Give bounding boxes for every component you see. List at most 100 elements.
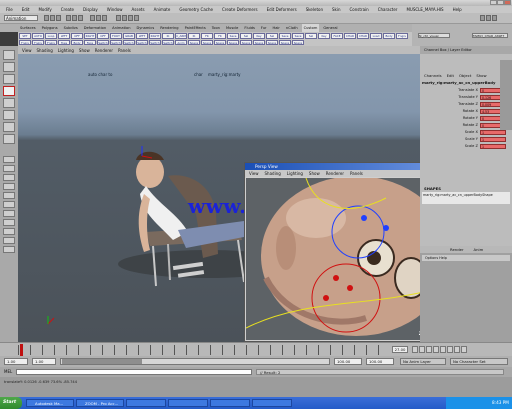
asset-field[interactable]: FAMILY_CHAR_ASSET — [472, 33, 508, 38]
shelf-button[interactable]: RIGHT — [84, 33, 96, 39]
viewport-menu-show[interactable]: Show — [79, 48, 90, 53]
layout-four-icon[interactable] — [3, 165, 15, 172]
shelf-button[interactable]: Save — [279, 33, 291, 39]
new-scene-icon[interactable] — [44, 15, 49, 21]
channel-menu-edit[interactable]: Edit — [447, 73, 454, 78]
menu-animate[interactable]: Animate — [150, 6, 175, 13]
animation-end-field[interactable]: 100.00 — [366, 358, 394, 365]
shelf-button[interactable]: Load — [370, 33, 382, 39]
select-hierarchy-icon[interactable] — [66, 15, 71, 21]
command-input[interactable] — [16, 369, 252, 375]
shelf-button[interactable]: Space — [227, 39, 239, 45]
viewport-menu-lighting[interactable]: Lighting — [58, 48, 74, 53]
channel-box-icon[interactable] — [492, 15, 497, 21]
shelf-button[interactable]: FOOT — [110, 33, 122, 39]
open-scene-icon[interactable] — [50, 15, 55, 21]
shelf-tab-animation[interactable]: Animation — [110, 24, 132, 32]
persp-menu-renderer[interactable]: Renderer — [326, 171, 344, 176]
channel-attribute-row[interactable]: Translate Y 0.126 — [422, 94, 510, 100]
history-icon[interactable] — [116, 15, 121, 21]
menu-file[interactable]: File — [2, 6, 17, 13]
persp-menu-show[interactable]: Show — [309, 171, 320, 176]
select-component-icon[interactable] — [78, 15, 83, 21]
attribute-editor-icon[interactable] — [480, 15, 485, 21]
shelf-button[interactable]: IK — [162, 33, 174, 39]
shelf-button[interactable]: AUTO — [32, 33, 44, 39]
tool-settings-icon[interactable] — [486, 15, 491, 21]
channel-attribute-row[interactable]: Scale Z1 — [422, 143, 510, 149]
persp-menu-panels[interactable]: Panels — [350, 171, 363, 176]
shelf-tab-deformation[interactable]: Deformation — [82, 24, 108, 32]
animation-start-field[interactable]: 1.00 — [4, 358, 28, 365]
current-time-marker[interactable] — [20, 344, 23, 356]
menu-set-select[interactable]: Animation — [4, 15, 38, 21]
shelf-tab-hair[interactable]: Hair — [271, 24, 282, 32]
playback-start-field[interactable]: 1.00 — [32, 358, 56, 365]
shelf-tab-muscle[interactable]: Muscle — [224, 24, 240, 32]
viewport-menu-renderer[interactable]: Renderer — [95, 48, 113, 53]
shelf-button[interactable]: Switch — [162, 39, 174, 45]
channel-attribute-row[interactable]: Rotate Z0 — [422, 122, 510, 128]
channel-attribute-value[interactable]: 1 — [480, 143, 506, 149]
shelf-button[interactable]: Space — [292, 39, 304, 45]
snap-curve-icon[interactable] — [96, 15, 101, 21]
menu-assets[interactable]: Assets — [128, 6, 149, 13]
menu-geometry-cache[interactable]: Geometry Cache — [175, 6, 217, 13]
step-back-key-icon[interactable] — [426, 346, 432, 353]
shelf-button[interactable]: Space — [253, 39, 265, 45]
menu-constrain[interactable]: Constrain — [346, 6, 373, 13]
menu-muscle[interactable]: MUSCLE_MAYA.HIS — [402, 6, 447, 13]
shelf-button[interactable]: Body — [383, 33, 395, 39]
manipulator-tool-icon[interactable] — [3, 122, 15, 132]
shelf-button[interactable]: Save — [227, 33, 239, 39]
taskbar-item-zoom[interactable]: ZOOM - Pro Acc... — [76, 399, 124, 407]
shelf-button[interactable]: Space — [201, 39, 213, 45]
close-button[interactable] — [504, 0, 511, 5]
current-frame-field[interactable]: 27.00 — [392, 346, 408, 353]
shelf-button[interactable]: LEFT — [136, 33, 148, 39]
layout-single-icon[interactable] — [3, 156, 15, 163]
step-back-icon[interactable] — [419, 346, 425, 353]
render-icon[interactable] — [122, 15, 127, 21]
shelf-button[interactable]: Face — [84, 39, 96, 45]
shelf-button[interactable]: Switch — [149, 39, 161, 45]
start-button[interactable]: Start — [0, 397, 22, 409]
save-scene-icon[interactable] — [56, 15, 61, 21]
channel-menu-channels[interactable]: Channels — [424, 73, 442, 78]
shelf-button[interactable]: Space — [188, 39, 200, 45]
shelf-button[interactable]: Toes — [58, 39, 70, 45]
step-forward-key-icon[interactable] — [447, 346, 453, 353]
layout-outliner-icon[interactable] — [3, 201, 15, 208]
range-handle[interactable] — [62, 359, 142, 364]
channel-attribute-row[interactable]: Translate Z 0.009 — [422, 101, 510, 107]
viewport-menu-shading[interactable]: Shading — [37, 48, 53, 53]
taskbar-item-maya[interactable]: Autodesk Ma... — [26, 399, 74, 407]
taskbar-item-4[interactable] — [168, 399, 208, 407]
shelf-button[interactable]: Save — [292, 33, 304, 39]
channel-attribute-row[interactable]: Rotate Y0 — [422, 115, 510, 121]
persp-menu-view[interactable]: View — [249, 171, 259, 176]
shelf-button[interactable]: Space — [240, 39, 252, 45]
paint-select-tool-icon[interactable] — [3, 74, 15, 84]
layout-dope-sheet-icon[interactable] — [3, 219, 15, 226]
shelf-button[interactable]: IK — [188, 33, 200, 39]
shelf-button[interactable]: CHAR — [357, 33, 369, 39]
menu-skin[interactable]: Skin — [328, 6, 345, 13]
snap-grid-icon[interactable] — [90, 15, 95, 21]
shelf-button[interactable]: Switch — [123, 39, 135, 45]
layout-custom-3-icon[interactable] — [3, 246, 15, 253]
shelf-button[interactable]: Sel — [266, 33, 278, 39]
shelf-button[interactable]: Switch — [97, 39, 109, 45]
taskbar-item-6[interactable] — [252, 399, 292, 407]
taskbar-item-3[interactable] — [126, 399, 166, 407]
shelf-button[interactable]: FACE — [331, 33, 343, 39]
ipr-render-icon[interactable] — [128, 15, 133, 21]
shelf-button[interactable]: FK — [201, 33, 213, 39]
shelf-button[interactable]: OFF — [97, 33, 109, 39]
go-to-start-icon[interactable] — [412, 346, 418, 353]
shelf-tab-custom[interactable]: Custom — [301, 24, 320, 32]
shelf-button[interactable]: Space — [279, 39, 291, 45]
menu-skeleton[interactable]: Skeleton — [302, 6, 327, 13]
playback-end-field[interactable]: 100.00 — [334, 358, 362, 365]
channel-attribute-row[interactable]: Translate X0 — [422, 87, 510, 93]
